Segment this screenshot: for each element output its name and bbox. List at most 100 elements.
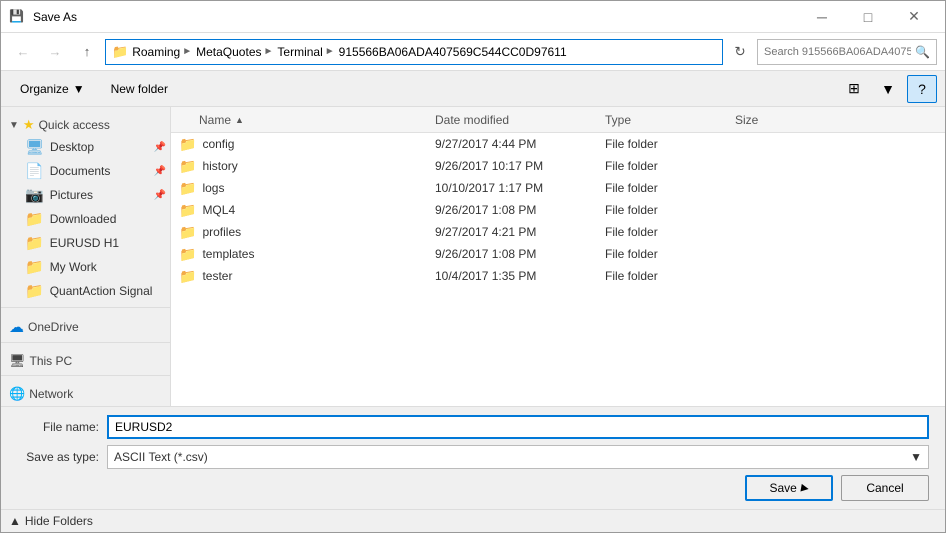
save-as-window: 💾 Save As ─ □ ✕ ← → ↑ 📁 Roaming ► MetaQu… <box>0 0 946 533</box>
filename-row: File name: <box>17 415 929 439</box>
help-icon: ? <box>918 81 926 97</box>
folder-icon: 📁 <box>179 158 196 175</box>
organize-label: Organize <box>20 82 69 96</box>
search-icon: 🔍 <box>915 45 930 59</box>
back-button[interactable]: ← <box>9 39 37 65</box>
file-row-type: File folder <box>601 269 731 283</box>
desktop-folder-icon: 🖥 <box>25 138 44 156</box>
file-list: Name ▲ Date modified Type Size 📁 config <box>171 107 945 406</box>
folder-icon: 📁 <box>179 136 196 153</box>
folder-icon: 📁 <box>179 180 196 197</box>
file-row-date: 10/10/2017 1:17 PM <box>431 181 601 195</box>
title-bar-left: 💾 Save As <box>9 9 77 25</box>
path-segment-hash: 915566BA06ADA407569C544CC0D97611 <box>339 45 567 59</box>
save-button[interactable]: Save ▶ <box>745 475 833 501</box>
quick-access-star: ★ <box>23 117 35 133</box>
view-options-button[interactable]: ⊞ <box>839 75 869 103</box>
file-list-header: Name ▲ Date modified Type Size <box>171 107 945 133</box>
col-name-label: Name <box>199 113 231 127</box>
sidebar-item-documents[interactable]: 📄 Documents 📌 <box>1 159 170 183</box>
table-row[interactable]: 📁 MQL4 9/26/2017 1:08 PM File folder <box>171 199 945 221</box>
up-button[interactable]: ↑ <box>73 39 101 65</box>
file-rows-container: 📁 config 9/27/2017 4:44 PM File folder 📁… <box>171 133 945 287</box>
sidebar-divider-3 <box>1 375 170 376</box>
file-row-name: 📁 history <box>171 158 431 175</box>
network-header[interactable]: 🌐 Network <box>1 380 170 404</box>
organize-button[interactable]: Organize ▼ <box>9 75 96 103</box>
cancel-button[interactable]: Cancel <box>841 475 929 501</box>
path-segment-terminal: Terminal ► <box>277 45 334 59</box>
sidebar-item-pictures[interactable]: 📷 Pictures 📌 <box>1 183 170 207</box>
address-bar: ← → ↑ 📁 Roaming ► MetaQuotes ► Terminal … <box>1 33 945 71</box>
organize-chevron: ▼ <box>73 82 85 96</box>
table-row[interactable]: 📁 history 9/26/2017 10:17 PM File folder <box>171 155 945 177</box>
sidebar-item-label-pictures: Pictures <box>50 188 93 202</box>
title-bar: 💾 Save As ─ □ ✕ <box>1 1 945 33</box>
table-row[interactable]: 📁 logs 10/10/2017 1:17 PM File folder <box>171 177 945 199</box>
forward-button[interactable]: → <box>41 39 69 65</box>
close-button[interactable]: ✕ <box>891 1 937 33</box>
minimize-button[interactable]: ─ <box>799 1 845 33</box>
table-row[interactable]: 📁 config 9/27/2017 4:44 PM File folder <box>171 133 945 155</box>
file-row-type: File folder <box>601 225 731 239</box>
col-name-header[interactable]: Name ▲ <box>171 113 431 127</box>
sidebar-item-label-downloaded: Downloaded <box>50 212 117 226</box>
toolbar-right: ⊞ ▼ ? <box>839 75 937 103</box>
file-row-date: 9/27/2017 4:21 PM <box>431 225 601 239</box>
sidebar-divider-2 <box>1 342 170 343</box>
sidebar-item-quantaction[interactable]: 📁 QuantAction Signal <box>1 279 170 303</box>
folder-icon: 📁 <box>179 268 196 285</box>
mywork-folder-icon: 📁 <box>25 258 44 276</box>
path-arrow-1: ► <box>182 46 192 57</box>
quick-access-chevron: ▼ <box>9 120 19 131</box>
col-name-sort-icon: ▲ <box>235 115 244 125</box>
address-path[interactable]: 📁 Roaming ► MetaQuotes ► Terminal ► 9155… <box>105 39 723 65</box>
file-name-text: tester <box>202 269 232 283</box>
new-folder-button[interactable]: New folder <box>100 75 179 103</box>
table-row[interactable]: 📁 tester 10/4/2017 1:35 PM File folder <box>171 265 945 287</box>
filetype-label: Save as type: <box>17 450 107 464</box>
path-segment-roaming: Roaming ► <box>132 45 192 59</box>
thispc-icon: 🖥 <box>9 353 26 369</box>
onedrive-label: OneDrive <box>28 320 79 334</box>
file-row-type: File folder <box>601 247 731 261</box>
table-row[interactable]: 📁 templates 9/26/2017 1:08 PM File folde… <box>171 243 945 265</box>
col-size-label: Size <box>735 113 758 127</box>
sidebar-item-label-documents: Documents <box>50 164 111 178</box>
hide-folders-label: Hide Folders <box>25 514 93 528</box>
sidebar-item-eurusd[interactable]: 📁 EURUSD H1 <box>1 231 170 255</box>
downloaded-folder-icon: 📁 <box>25 210 44 228</box>
file-name-text: templates <box>202 247 254 261</box>
bottom-panel: File name: Save as type: ASCII Text (*.c… <box>1 406 945 509</box>
col-date-header[interactable]: Date modified <box>431 113 601 127</box>
quick-access-header[interactable]: ▼ ★ Quick access <box>1 111 170 135</box>
sidebar-item-label-mywork: My Work <box>50 260 97 274</box>
col-size-header[interactable]: Size <box>731 113 831 127</box>
filetype-value: ASCII Text (*.csv) <box>114 450 208 464</box>
table-row[interactable]: 📁 profiles 9/27/2017 4:21 PM File folder <box>171 221 945 243</box>
help-button[interactable]: ? <box>907 75 937 103</box>
cancel-label: Cancel <box>866 481 903 495</box>
file-name-text: config <box>202 137 234 151</box>
filename-input[interactable] <box>107 415 929 439</box>
file-row-date: 9/26/2017 1:08 PM <box>431 247 601 261</box>
file-row-type: File folder <box>601 181 731 195</box>
sidebar-item-label-quantaction: QuantAction Signal <box>50 284 153 298</box>
onedrive-header[interactable]: ☁ OneDrive <box>1 312 170 338</box>
refresh-button[interactable]: ↻ <box>727 39 753 65</box>
view-chevron-button[interactable]: ▼ <box>873 75 903 103</box>
col-type-header[interactable]: Type <box>601 113 731 127</box>
file-row-type: File folder <box>601 203 731 217</box>
sidebar-item-mywork[interactable]: 📁 My Work <box>1 255 170 279</box>
toolbar: Organize ▼ New folder ⊞ ▼ ? <box>1 71 945 107</box>
hide-folders-row[interactable]: ▲ Hide Folders <box>1 509 945 532</box>
file-row-name: 📁 tester <box>171 268 431 285</box>
quantaction-folder-icon: 📁 <box>25 282 44 300</box>
onedrive-icon: ☁ <box>9 318 24 336</box>
thispc-header[interactable]: 🖥 This PC <box>1 347 170 371</box>
maximize-button[interactable]: □ <box>845 1 891 33</box>
sidebar-item-downloaded[interactable]: 📁 Downloaded <box>1 207 170 231</box>
filetype-select[interactable]: ASCII Text (*.csv) ▼ <box>107 445 929 469</box>
search-input[interactable] <box>764 46 911 58</box>
sidebar-item-desktop[interactable]: 🖥 Desktop 📌 <box>1 135 170 159</box>
